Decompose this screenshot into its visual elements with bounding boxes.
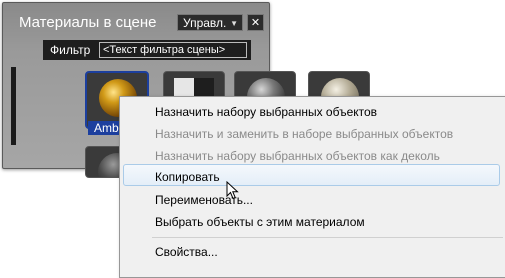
context-menu: Назначить набору выбранных объектов Назн… [119, 96, 505, 278]
close-button[interactable]: ✕ [247, 14, 264, 31]
filter-input[interactable]: <Текст фильтра сцены> [99, 42, 247, 58]
menu-item-properties[interactable]: Свойства... [155, 245, 218, 259]
menu-separator [152, 237, 503, 238]
manage-dropdown-label: Управл. [183, 16, 227, 30]
panel-title: Материалы в сцене [19, 14, 157, 31]
panel-titlebar: Материалы в сцене Управл. ▼ ✕ [3, 3, 269, 37]
menu-item-assign-selection[interactable]: Назначить набору выбранных объектов [155, 105, 377, 119]
filter-label: Фильтр [50, 43, 91, 57]
filter-bar: Фильтр <Текст фильтра сцены> [43, 40, 251, 60]
scroll-indicator[interactable] [11, 67, 16, 145]
menu-item-assign-replace: Назначить и заменить в наборе выбранных … [155, 127, 454, 141]
close-icon: ✕ [250, 17, 261, 29]
menu-item-select-objects[interactable]: Выбрать объекты с этим материалом [155, 215, 365, 229]
manage-dropdown[interactable]: Управл. ▼ [177, 14, 243, 31]
mouse-cursor-icon [226, 181, 239, 200]
chevron-down-icon: ▼ [230, 19, 238, 28]
menu-item-assign-decal: Назначить набору выбранных объектов как … [155, 149, 440, 163]
menu-item-copy[interactable]: Копировать [155, 170, 220, 184]
